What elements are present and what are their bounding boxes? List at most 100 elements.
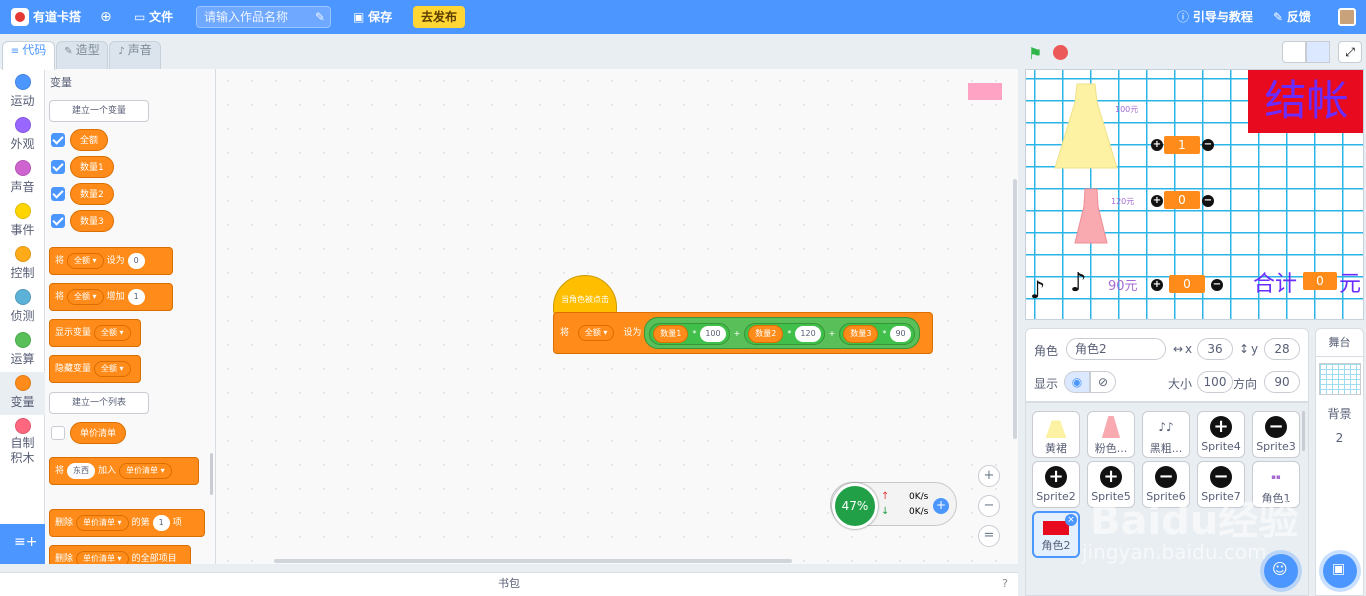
category-looks[interactable]: 外观 — [0, 114, 45, 157]
minus-icon[interactable]: − — [1202, 195, 1214, 207]
category-sound[interactable]: 声音 — [0, 157, 45, 200]
y-input[interactable]: 28 — [1264, 338, 1300, 360]
delete-sprite-icon[interactable]: × — [1065, 514, 1077, 526]
multiply-operator-block[interactable]: 数量1 * 100 — [649, 322, 730, 345]
black-note-sprite[interactable]: ♪ — [1070, 268, 1087, 298]
add-extension-button[interactable]: ≡+ — [0, 524, 45, 564]
variable-checkbox[interactable] — [51, 214, 65, 228]
multiply-operator-block[interactable]: 数量2 * 120 — [744, 322, 825, 345]
size-input[interactable]: 100 — [1197, 371, 1233, 393]
direction-input[interactable]: 90 — [1264, 371, 1300, 393]
category-operators[interactable]: 运算 — [0, 329, 45, 372]
zoom-reset-button[interactable]: = — [978, 525, 1000, 547]
save-button[interactable]: ▣ 保存 — [353, 0, 392, 34]
file-menu[interactable]: ▭ 文件 — [134, 0, 173, 34]
category-motion[interactable]: 运动 — [0, 71, 45, 114]
sprite-tile[interactable]: + Sprite2 — [1032, 461, 1080, 508]
x-input[interactable]: 36 — [1197, 338, 1233, 360]
plus-icon[interactable]: + — [933, 498, 949, 514]
stage-canvas[interactable]: 100元 + 1 − 120元 + 0 − ♪ ♪ 90元 + 0 − 结帐 合… — [1025, 69, 1364, 320]
publish-button[interactable]: 去发布 — [413, 6, 465, 28]
sprite-tile[interactable]: − Sprite7 — [1197, 461, 1245, 508]
pink-dress-sprite[interactable] — [1074, 188, 1108, 244]
plus-icon[interactable]: + — [1151, 139, 1163, 151]
add-backdrop-button[interactable]: ▣ — [1323, 554, 1357, 588]
category-my-blocks[interactable]: 自制积木 — [0, 415, 45, 465]
category-sensing[interactable]: 侦测 — [0, 286, 45, 329]
sum-operator-block[interactable]: 数量1 * 100 + 数量2 * 120 + 数量3 * 90 — [644, 316, 920, 349]
variable-reporter[interactable]: 全额 — [70, 129, 109, 151]
sprite-tile[interactable]: 黄裙 — [1032, 411, 1080, 458]
show-variable-block[interactable]: 显示变量 全额 ▾ — [49, 319, 141, 347]
change-variable-block[interactable]: 将全额 ▾ 增加 1 — [49, 283, 173, 311]
zoom-out-button[interactable]: − — [978, 495, 1000, 517]
tab-costumes[interactable]: ✎ 造型 — [56, 41, 108, 69]
sprite-name-input[interactable]: 角色2 — [1066, 338, 1166, 360]
small-stage-icon[interactable] — [1282, 41, 1306, 63]
list-reporter[interactable]: 单价清单 — [70, 422, 127, 444]
top-menu-bar: 有道卡搭 ⊕ ▭ 文件 请输入作品名称 ✎ ▣ 保存 去发布 ⓘ 引导与教程 ✎ … — [0, 0, 1366, 34]
hide-visible-icon[interactable]: ⊘ — [1090, 371, 1116, 393]
delete-from-list-block[interactable]: 删除 单价清单 ▾ 的第 1 项 — [49, 509, 205, 537]
make-variable-button[interactable]: 建立一个变量 — [49, 100, 149, 122]
set-total-block[interactable]: 将 全额 ▾ 设为 数量1 * 100 + 数量2 * 120 + 数量3 * 90 — [553, 312, 933, 354]
set-variable-block[interactable]: 将全额 ▾ 设为 0 — [49, 247, 173, 275]
variable-checkbox[interactable] — [51, 160, 65, 174]
upload-arrow-icon: ↑ — [881, 491, 890, 502]
normal-stage-icon[interactable] — [1306, 41, 1330, 63]
sprite-tile[interactable]: − Sprite6 — [1142, 461, 1190, 508]
variable-reporter[interactable]: 数量2 — [70, 183, 114, 205]
add-sprite-button[interactable]: ☺ — [1264, 554, 1298, 588]
variable-reporter[interactable]: 数量1 — [70, 156, 114, 178]
hide-variable-block[interactable]: 隐藏变量 全额 ▾ — [49, 355, 141, 383]
workspace-v-scrollbar[interactable] — [1013, 179, 1017, 439]
black-note-sprite[interactable]: ♪ — [1030, 276, 1045, 304]
green-flag-icon[interactable]: ⚑ — [1028, 44, 1042, 63]
multiply-operator-block[interactable]: 数量3 * 90 — [839, 322, 915, 345]
backpack-bar[interactable]: 书包? — [0, 572, 1018, 596]
tab-sounds[interactable]: ♪ 声音 — [109, 41, 161, 69]
plus-icon[interactable]: + — [1151, 279, 1163, 291]
fullscreen-icon[interactable]: ⤢ — [1338, 41, 1362, 63]
list-checkbox[interactable] — [51, 426, 65, 440]
backdrop-thumbnail[interactable] — [1319, 363, 1361, 395]
sprite-tile[interactable]: ♪♪ 黑粗... — [1142, 411, 1190, 458]
add-to-list-block[interactable]: 将东西 加入 单价清单 ▾ — [49, 457, 199, 485]
network-speed-widget[interactable]: 47% ↑ ↓ 0K/s 0K/s + — [830, 482, 957, 529]
tab-code[interactable]: ≡ 代码 — [2, 41, 55, 70]
sprite-list-scrollbar[interactable] — [1302, 411, 1305, 451]
backdrop-count: 2 — [1335, 431, 1344, 445]
tutorial-button[interactable]: ⓘ 引导与教程 — [1177, 0, 1253, 34]
category-control[interactable]: 控制 — [0, 243, 45, 286]
brand-name[interactable]: 有道卡搭 — [33, 0, 81, 34]
brand-logo-icon[interactable] — [11, 8, 29, 26]
globe-icon[interactable]: ⊕ — [100, 0, 112, 34]
variable-checkbox[interactable] — [51, 187, 65, 201]
category-variables[interactable]: 变量 — [0, 372, 45, 415]
show-visible-icon[interactable]: ◉ — [1064, 371, 1090, 393]
sprite-tile[interactable]: + Sprite4 — [1197, 411, 1245, 458]
checkout-button-sprite[interactable]: 结帐 — [1248, 70, 1363, 133]
workspace-h-scrollbar[interactable] — [274, 559, 792, 563]
zoom-in-button[interactable]: + — [978, 465, 1000, 487]
variable-reporter[interactable]: 数量3 — [70, 210, 114, 232]
category-events[interactable]: 事件 — [0, 200, 45, 243]
project-name-input[interactable]: 请输入作品名称 ✎ — [196, 6, 331, 28]
user-avatar[interactable] — [1338, 8, 1356, 26]
delete-all-list-block[interactable]: 删除 单价清单 ▾ 的全部项目 — [49, 545, 191, 564]
palette-scrollbar[interactable] — [210, 453, 213, 495]
yellow-dress-sprite[interactable] — [1053, 82, 1119, 172]
minus-icon[interactable]: − — [1211, 279, 1223, 291]
stop-icon[interactable] — [1053, 45, 1068, 60]
feedback-button[interactable]: ✎ 反馈 — [1273, 0, 1311, 34]
sprite-tile[interactable]: 粉色... — [1087, 411, 1135, 458]
minus-icon[interactable]: − — [1202, 139, 1214, 151]
help-icon[interactable]: ? — [1002, 573, 1008, 595]
sprite-tile[interactable]: − Sprite3 — [1252, 411, 1300, 458]
variable-checkbox[interactable] — [51, 133, 65, 147]
sprite-tile[interactable]: ▪▪ 角色1 — [1252, 461, 1300, 508]
plus-icon[interactable]: + — [1151, 195, 1163, 207]
sprite-tile[interactable]: + Sprite5 — [1087, 461, 1135, 508]
make-list-button[interactable]: 建立一个列表 — [49, 392, 149, 414]
sprite-tile-selected[interactable]: 角色2 × — [1032, 511, 1080, 558]
